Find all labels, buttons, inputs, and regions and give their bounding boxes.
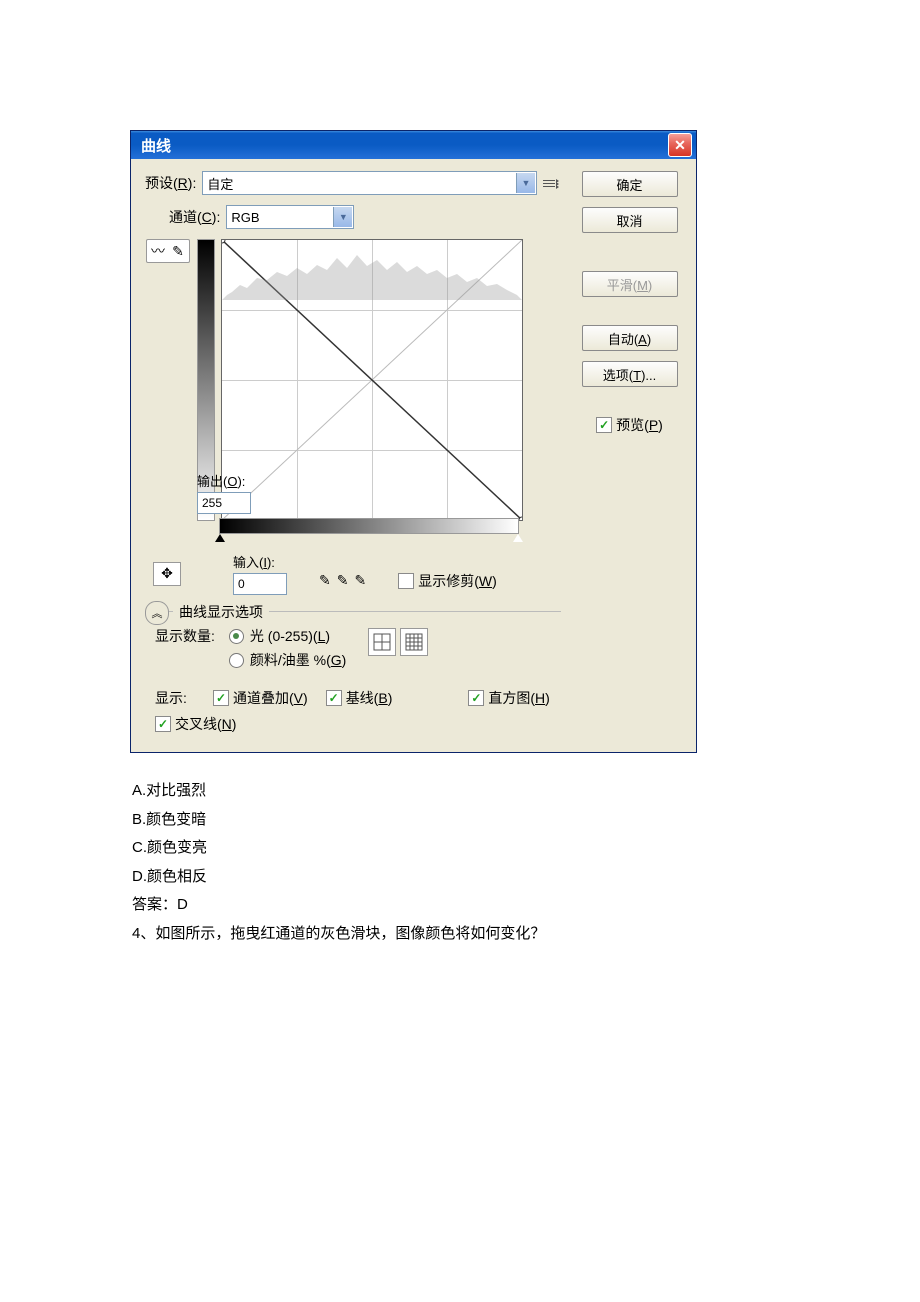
hand-tool[interactable]: ✥: [153, 562, 181, 586]
dialog-title: 曲线: [135, 135, 668, 156]
white-slider[interactable]: [513, 534, 523, 542]
preset-label: 预设(R):: [145, 173, 196, 193]
channel-label: 通道(C):: [169, 207, 220, 227]
eyedroppers[interactable]: ✎ ✎ ✎: [319, 572, 366, 589]
output-input[interactable]: 255: [197, 492, 251, 514]
collapse-icon[interactable]: ︽: [145, 601, 169, 625]
show-label: 显示:: [155, 688, 195, 708]
channel-row: 通道(C): RGB ▼: [169, 205, 561, 229]
answer: 答案：D: [132, 891, 790, 920]
curve-icon: 〰: [149, 242, 167, 260]
ink-radio[interactable]: 颜料/油墨 %(G): [229, 650, 346, 670]
preset-row: 预设(R): 自定 ▼: [145, 171, 561, 195]
grid-coarse-button[interactable]: [368, 628, 396, 656]
display-options-divider: ︽ 曲线显示选项: [145, 611, 561, 612]
radio-icon: [229, 653, 244, 668]
overlay-checkbox[interactable]: ✓通道叠加(V): [213, 688, 308, 708]
histogram-checkbox[interactable]: ✓直方图(H): [468, 688, 549, 708]
grid-fine-button[interactable]: [400, 628, 428, 656]
curve-draw-tools[interactable]: 〰 ✎: [146, 239, 190, 263]
chevron-down-icon: ▼: [516, 173, 535, 193]
black-slider[interactable]: [215, 534, 225, 542]
black-eyedropper-icon[interactable]: ✎: [319, 572, 331, 589]
white-eyedropper-icon[interactable]: ✎: [354, 572, 366, 589]
ok-button[interactable]: 确定: [582, 171, 678, 197]
show-clipping-checkbox[interactable]: 显示修剪(W): [398, 571, 497, 591]
option-d: D.颜色相反: [132, 863, 790, 892]
chevron-down-icon: ▼: [333, 207, 352, 227]
baseline-checkbox[interactable]: ✓基线(B): [326, 688, 393, 708]
gray-eyedropper-icon[interactable]: ✎: [337, 572, 349, 589]
question-text: A.对比强烈 B.颜色变暗 C.颜色变亮 D.颜色相反 答案：D 4、如图所示，…: [132, 777, 790, 948]
smooth-button[interactable]: 平滑(M): [582, 271, 678, 297]
option-b: B.颜色变暗: [132, 806, 790, 835]
cancel-button[interactable]: 取消: [582, 207, 678, 233]
crosshair-checkbox[interactable]: ✓交叉线(N): [155, 714, 236, 734]
curves-graph[interactable]: [221, 239, 523, 521]
option-a: A.对比强烈: [132, 777, 790, 806]
checkbox-icon: [398, 573, 414, 589]
titlebar[interactable]: 曲线 ✕: [131, 131, 696, 159]
preset-select[interactable]: 自定 ▼: [202, 171, 537, 195]
close-icon[interactable]: ✕: [668, 133, 692, 157]
light-radio[interactable]: 光 (0-255)(L): [229, 626, 346, 646]
question-4: 4、如图所示，拖曳红通道的灰色滑块，图像颜色将如何变化？: [132, 920, 790, 949]
preview-checkbox[interactable]: ✓预览(P): [596, 415, 663, 435]
output-block: 输出(O): 255: [197, 471, 257, 514]
amount-label: 显示数量:: [155, 626, 215, 646]
histogram-icon: [222, 240, 522, 300]
auto-button[interactable]: 自动(A): [582, 325, 678, 351]
options-button[interactable]: 选项(T)...: [582, 361, 678, 387]
radio-icon: [229, 629, 244, 644]
curves-dialog: 曲线 ✕ 预设(R): 自定 ▼ 通道(C): RGB ▼: [130, 130, 697, 753]
pencil-icon: ✎: [169, 242, 187, 260]
option-c: C.颜色变亮: [132, 834, 790, 863]
dialog-body: 预设(R): 自定 ▼ 通道(C): RGB ▼ 〰 ✎: [131, 159, 696, 752]
input-input[interactable]: 0: [233, 573, 287, 595]
channel-select[interactable]: RGB ▼: [226, 205, 354, 229]
preset-menu-icon[interactable]: [543, 174, 561, 192]
horizontal-gradient[interactable]: [219, 518, 519, 534]
